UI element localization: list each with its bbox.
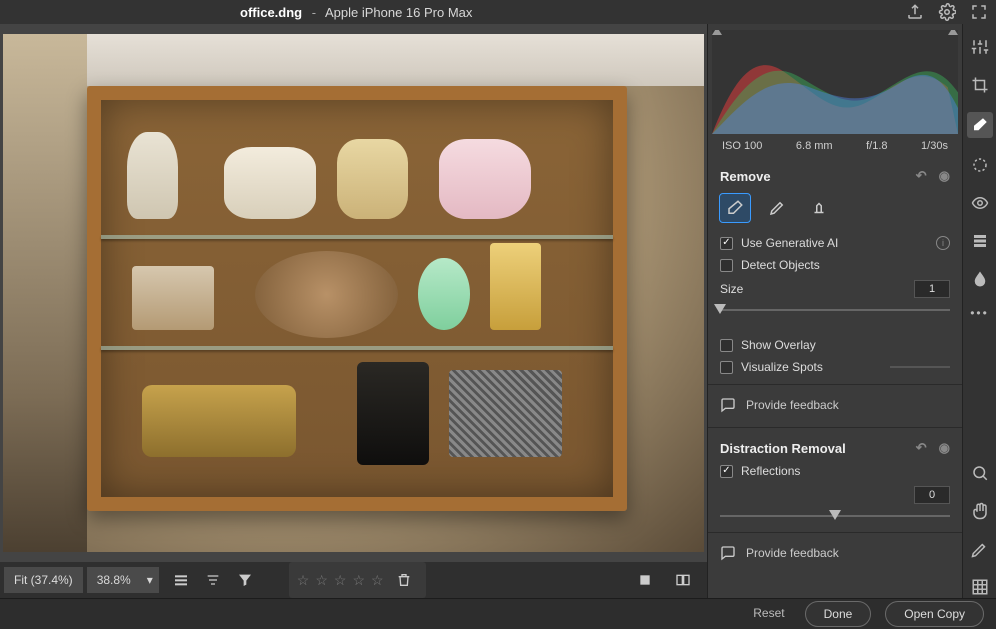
detect-objects-row: Detect Objects: [708, 254, 962, 276]
show-overlay-label: Show Overlay: [741, 338, 816, 352]
viewer-toolbar: Fit (37.4%) 38.8% ▾ ☆ ☆ ☆ ☆ ☆: [0, 562, 707, 598]
size-slider-row: Size 1: [708, 276, 962, 320]
visibility-icon[interactable]: ◉: [939, 440, 950, 456]
size-label: Size: [720, 282, 743, 296]
reflections-amount-row: 0: [708, 482, 962, 526]
grid-view-icon[interactable]: [167, 566, 195, 594]
distraction-heading: Distraction Removal: [720, 441, 846, 456]
gear-icon[interactable]: [938, 3, 956, 21]
heal-brush-tool[interactable]: [762, 194, 792, 222]
redeye-icon[interactable]: [969, 192, 991, 214]
eraser-tool[interactable]: [720, 194, 750, 222]
done-button[interactable]: Done: [805, 601, 872, 627]
visualize-spots-row: Visualize Spots: [708, 356, 962, 378]
shadow-clip-icon[interactable]: [712, 30, 722, 35]
exif-focal: 6.8 mm: [796, 140, 833, 152]
zoom-tool-icon[interactable]: [969, 462, 991, 484]
image-viewer: Fit (37.4%) 38.8% ▾ ☆ ☆ ☆ ☆ ☆: [0, 24, 707, 598]
single-view-icon[interactable]: [631, 566, 659, 594]
export-icon[interactable]: [906, 3, 924, 21]
star-4[interactable]: ☆: [352, 572, 365, 589]
exif-iso: ISO 100: [722, 140, 762, 152]
tool-rail: •••: [962, 24, 996, 598]
remove-section-header[interactable]: Remove ↶ ◉: [708, 158, 962, 188]
remove-heading: Remove: [720, 169, 771, 184]
fit-button[interactable]: Fit (37.4%): [4, 567, 83, 593]
clone-stamp-tool[interactable]: [804, 194, 834, 222]
reflections-checkbox[interactable]: [720, 465, 733, 478]
reset-button[interactable]: Reset: [747, 601, 790, 627]
highlight-clip-icon[interactable]: [948, 30, 958, 35]
histogram[interactable]: [712, 30, 958, 134]
trash-icon[interactable]: [390, 566, 418, 594]
rating-stars: ☆ ☆ ☆ ☆ ☆: [289, 562, 426, 598]
remove-feedback-button[interactable]: Provide feedback: [708, 384, 962, 425]
chevron-down-icon: ▾: [141, 567, 159, 593]
distraction-feedback-button[interactable]: Provide feedback: [708, 532, 962, 573]
info-icon[interactable]: i: [936, 236, 950, 250]
star-5[interactable]: ☆: [371, 572, 384, 589]
star-1[interactable]: ☆: [297, 572, 310, 589]
sort-icon[interactable]: [199, 566, 227, 594]
footer-bar: Reset Done Open Copy: [0, 598, 996, 629]
reflections-row: Reflections: [708, 460, 962, 482]
blur-icon[interactable]: [969, 268, 991, 290]
window-title: office.dng - Apple iPhone 16 Pro Max: [240, 5, 472, 20]
grid-icon[interactable]: [969, 576, 991, 598]
presets-icon[interactable]: [969, 230, 991, 252]
undo-icon[interactable]: ↶: [916, 440, 927, 456]
star-3[interactable]: ☆: [334, 572, 347, 589]
canvas[interactable]: [0, 24, 707, 562]
exif-shutter: 1/30s: [921, 140, 948, 152]
reflections-amount-value[interactable]: 0: [914, 486, 950, 504]
adjust-icon[interactable]: [969, 36, 991, 58]
size-value[interactable]: 1: [914, 280, 950, 298]
hand-tool-icon[interactable]: [969, 500, 991, 522]
filter-icon[interactable]: [231, 566, 259, 594]
reflections-amount-slider[interactable]: [720, 508, 950, 524]
star-2[interactable]: ☆: [315, 572, 328, 589]
more-tools-icon[interactable]: •••: [970, 306, 989, 320]
healing-icon[interactable]: [967, 112, 993, 138]
exif-aperture: f/1.8: [866, 140, 887, 152]
device-name: Apple iPhone 16 Pro Max: [325, 5, 472, 20]
edit-panel: ISO 100 6.8 mm f/1.8 1/30s Remove ↶ ◉ Us…: [707, 24, 962, 598]
use-generative-ai-label: Use Generative AI: [741, 236, 838, 250]
detect-objects-checkbox[interactable]: [720, 259, 733, 272]
title-bar: office.dng - Apple iPhone 16 Pro Max: [0, 0, 996, 24]
use-generative-ai-checkbox[interactable]: [720, 237, 733, 250]
undo-icon[interactable]: ↶: [916, 168, 927, 184]
visibility-icon[interactable]: ◉: [939, 168, 950, 184]
show-overlay-row: Show Overlay: [708, 334, 962, 356]
remove-tools: [708, 188, 962, 232]
visualize-spots-label: Visualize Spots: [741, 360, 823, 374]
crop-icon[interactable]: [969, 74, 991, 96]
mask-icon[interactable]: [969, 154, 991, 176]
exif-strip: ISO 100 6.8 mm f/1.8 1/30s: [712, 134, 958, 158]
visualize-spots-slider[interactable]: [890, 366, 950, 368]
distraction-section-header[interactable]: Distraction Removal ↶ ◉: [708, 430, 962, 460]
zoom-selector[interactable]: 38.8% ▾: [87, 567, 159, 593]
fullscreen-icon[interactable]: [970, 3, 988, 21]
zoom-value: 38.8%: [87, 567, 141, 593]
use-generative-ai-row: Use Generative AI i: [708, 232, 962, 254]
filename: office.dng: [240, 5, 302, 20]
visualize-spots-checkbox[interactable]: [720, 361, 733, 374]
show-overlay-checkbox[interactable]: [720, 339, 733, 352]
size-slider[interactable]: [720, 302, 950, 318]
open-copy-button[interactable]: Open Copy: [885, 601, 984, 627]
color-sampler-icon[interactable]: [969, 538, 991, 560]
photo-preview: [3, 34, 704, 552]
reflections-label: Reflections: [741, 464, 800, 478]
compare-view-icon[interactable]: [669, 566, 697, 594]
detect-objects-label: Detect Objects: [741, 258, 820, 272]
